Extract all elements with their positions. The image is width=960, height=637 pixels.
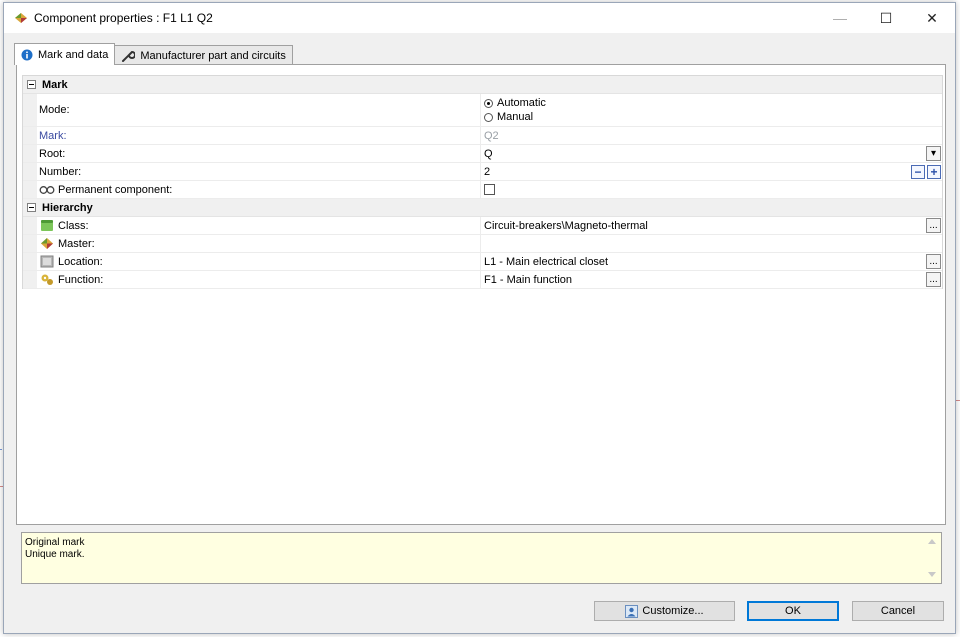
mark-value: Q2 [484,129,499,142]
infinity-icon [39,183,55,197]
tab-label: Mark and data [38,48,109,61]
location-browse-button[interactable]: ... [926,254,941,269]
background-line [0,449,2,450]
customize-button[interactable]: Customize... [594,601,735,621]
close-button[interactable]: ✕ [909,3,955,33]
component-icon [12,9,30,27]
location-field[interactable]: L1 - Main electrical closet [484,256,608,268]
class-icon [39,219,55,233]
radio-selected-icon [484,98,493,108]
row-number: Number: 2 − + [23,163,942,181]
root-dropdown-button[interactable]: ▾ [926,146,941,161]
master-label: Master: [58,237,95,250]
tab-mark-and-data[interactable]: Mark and data [14,43,116,65]
scroll-down-icon[interactable] [928,572,936,577]
row-function: Function: F1 - Main function ... [23,271,942,289]
background-line [956,400,960,401]
function-field[interactable]: F1 - Main function [484,274,572,286]
location-label: Location: [58,255,103,268]
window-title: Component properties : F1 L1 Q2 [34,11,213,25]
number-field[interactable]: 2 [484,166,490,178]
section-title: Hierarchy [42,201,93,214]
function-icon [39,273,55,287]
tab-bar: Mark and data Manufacturer part and circ… [14,43,293,65]
root-field[interactable]: Q [484,148,493,160]
mode-label: Mode: [39,104,70,116]
info-icon [21,49,33,61]
permanent-component-checkbox[interactable] [484,184,495,195]
tab-label: Manufacturer part and circuits [140,49,286,62]
description-title: Original mark [25,537,85,548]
collapse-icon[interactable] [27,203,36,212]
increment-button[interactable]: + [927,164,941,179]
section-hierarchy-header[interactable]: Hierarchy [23,199,942,217]
row-location: Location: L1 - Main electrical closet ..… [23,253,942,271]
decrement-button[interactable]: − [911,164,925,179]
location-icon [39,255,55,269]
row-permanent-component: Permanent component: [23,181,942,199]
mark-label: Mark: [39,129,67,142]
description-scrollbar[interactable] [924,533,941,583]
wrench-icon [121,49,136,63]
tab-manufacturer-part-and-circuits[interactable]: Manufacturer part and circuits [114,45,293,65]
minimize-button[interactable]: — [817,3,863,33]
row-class: Class: Circuit-breakers\Magneto-thermal … [23,217,942,235]
row-root: Root: Q ▾ [23,145,942,163]
collapse-icon[interactable] [27,80,36,89]
row-master: Master: [23,235,942,253]
properties-panel: Mark Mode: Automatic Manual Mark: Q2 Roo… [16,64,946,525]
mode-automatic-radio[interactable]: Automatic [484,96,546,110]
function-label: Function: [58,273,104,286]
property-grid: Mark Mode: Automatic Manual Mark: Q2 Roo… [22,75,943,289]
description-text: Unique mark. [25,549,85,560]
root-label: Root: [39,147,66,160]
number-label: Number: [39,165,82,178]
cancel-button[interactable]: Cancel [852,601,944,621]
maximize-button[interactable]: ☐ [863,3,909,33]
row-mode: Mode: Automatic Manual [23,94,942,127]
class-label: Class: [58,219,89,232]
component-icon [39,237,55,251]
scroll-up-icon[interactable] [928,539,936,544]
mode-manual-radio[interactable]: Manual [484,110,533,124]
class-field[interactable]: Circuit-breakers\Magneto-thermal [484,220,648,232]
component-properties-dialog: Component properties : F1 L1 Q2 — ☐ ✕ Ma… [3,2,956,634]
description-box: Original mark Unique mark. [21,532,942,584]
section-title: Mark [42,78,68,91]
title-bar: Component properties : F1 L1 Q2 — ☐ ✕ [4,3,955,33]
section-mark-header[interactable]: Mark [23,76,942,94]
radio-unselected-icon [484,112,493,122]
ok-button[interactable]: OK [747,601,839,621]
class-browse-button[interactable]: ... [926,218,941,233]
user-icon [625,604,639,618]
function-browse-button[interactable]: ... [926,272,941,287]
permanent-label: Permanent component: [58,183,173,196]
row-mark: Mark: Q2 [23,127,942,145]
